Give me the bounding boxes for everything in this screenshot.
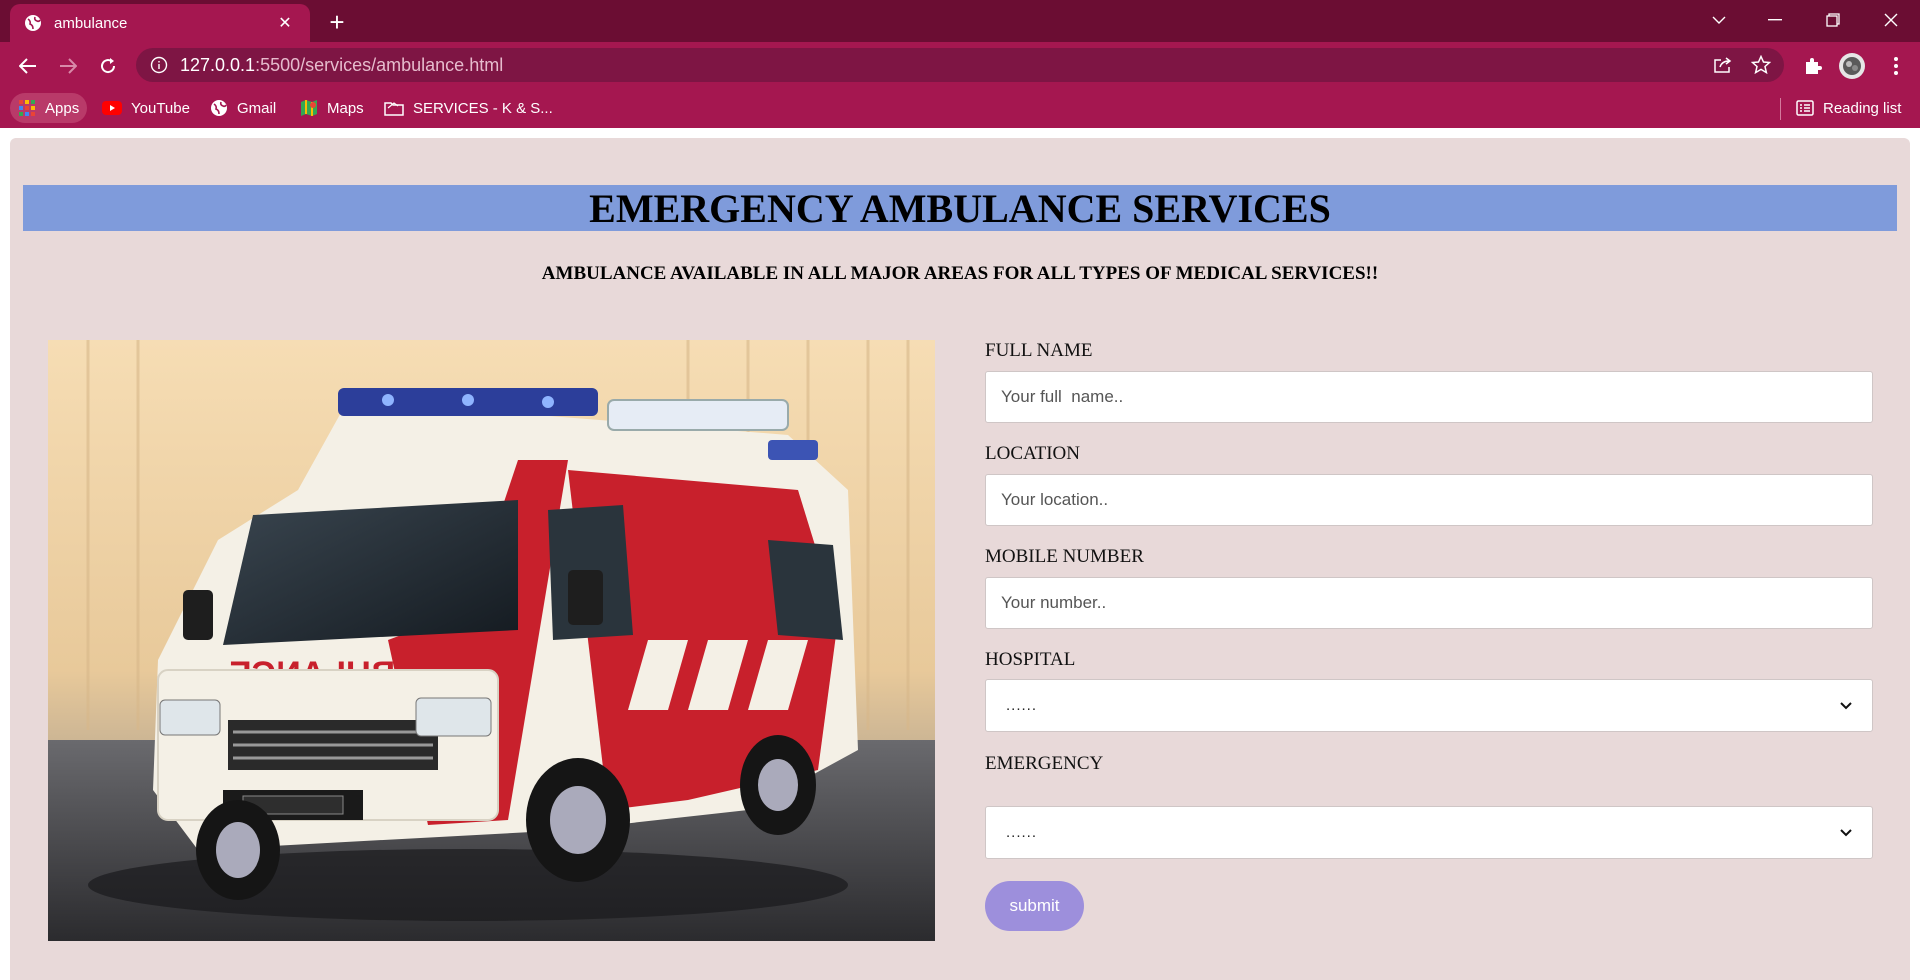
reading-list-label: Reading list <box>1823 99 1902 117</box>
active-tab[interactable]: ambulance ✕ <box>10 4 310 42</box>
reading-list-icon <box>1796 100 1814 116</box>
close-window-button[interactable] <box>1862 0 1920 40</box>
ambulance-photo: AMBULANCE <box>48 340 935 941</box>
tab-search-icon[interactable] <box>1690 0 1748 40</box>
chevron-down-icon <box>1840 828 1852 836</box>
folder-icon <box>384 102 404 116</box>
bookmark-apps[interactable]: Apps <box>10 93 88 123</box>
reading-list-button[interactable]: Reading list <box>1788 93 1909 123</box>
address-bar[interactable]: 127.0.0.1:5500/services/ambulance.html <box>136 48 1784 82</box>
hospital-label: HOSPITAL <box>985 649 1076 670</box>
bookmark-youtube[interactable]: YouTube <box>94 93 198 123</box>
location-input[interactable] <box>985 474 1873 526</box>
apps-grid-icon <box>19 100 35 116</box>
bookmark-services[interactable]: SERVICES - K & S... <box>376 93 561 123</box>
bookmarks-divider <box>1780 98 1781 120</box>
close-tab-icon[interactable]: ✕ <box>274 12 296 34</box>
page-subtitle: AMBULANCE AVAILABLE IN ALL MAJOR AREAS F… <box>541 263 1379 284</box>
extensions-puzzle-icon[interactable] <box>1797 50 1829 82</box>
emergency-selected-value: ...... <box>1006 824 1038 841</box>
minimize-button[interactable] <box>1746 0 1804 40</box>
mobile-number-label: MOBILE NUMBER <box>985 546 1144 567</box>
reload-icon[interactable] <box>92 50 124 82</box>
bookmark-maps[interactable]: Maps <box>292 93 372 123</box>
bookmark-label: Maps <box>327 99 364 117</box>
hospital-select[interactable]: ...... <box>985 679 1873 732</box>
location-label: LOCATION <box>985 443 1080 464</box>
submit-button[interactable]: submit <box>985 881 1084 931</box>
hospital-selected-value: ...... <box>1006 697 1038 714</box>
bookmark-label: Gmail <box>237 99 277 117</box>
menu-kebab-icon[interactable] <box>1880 50 1912 82</box>
bookmark-gmail[interactable]: Gmail <box>202 93 284 123</box>
site-info-icon[interactable] <box>150 56 168 74</box>
url-path: :5500/services/ambulance.html <box>255 54 504 75</box>
bookmark-label: YouTube <box>131 99 190 117</box>
tab-title: ambulance <box>54 14 128 32</box>
page-title: EMERGENCY AMBULANCE SERVICES <box>589 185 1331 231</box>
restore-button[interactable] <box>1804 0 1862 40</box>
full-name-input[interactable] <box>985 371 1873 423</box>
browser-toolbar: 127.0.0.1:5500/services/ambulance.html <box>0 42 1920 88</box>
forward-arrow-icon[interactable] <box>52 50 84 82</box>
globe-icon <box>25 15 41 31</box>
globe-icon <box>211 100 227 116</box>
tab-strip: ambulance ✕ + <box>0 0 1920 42</box>
new-tab-button[interactable]: + <box>322 8 352 38</box>
url-host: 127.0.0.1 <box>180 54 256 75</box>
bookmark-label: SERVICES - K & S... <box>413 99 553 117</box>
page-body: EMERGENCY AMBULANCE SERVICES AMBULANCE A… <box>10 138 1910 980</box>
emergency-label: EMERGENCY <box>985 753 1104 774</box>
chevron-down-icon <box>1840 701 1852 709</box>
title-banner: EMERGENCY AMBULANCE SERVICES <box>23 185 1897 231</box>
youtube-icon <box>102 101 122 115</box>
mobile-number-input[interactable] <box>985 577 1873 629</box>
bookmark-star-icon[interactable] <box>1746 50 1776 80</box>
maps-icon <box>301 100 317 116</box>
emergency-select[interactable]: ...... <box>985 806 1873 859</box>
share-icon[interactable] <box>1708 50 1738 80</box>
back-arrow-icon[interactable] <box>12 50 44 82</box>
full-name-label: FULL NAME <box>985 340 1093 361</box>
profile-avatar[interactable] <box>1836 50 1868 82</box>
bookmarks-bar: Apps YouTube Gmail Maps SERVICES - K & S… <box>0 88 1920 128</box>
bookmark-label: Apps <box>45 99 80 117</box>
